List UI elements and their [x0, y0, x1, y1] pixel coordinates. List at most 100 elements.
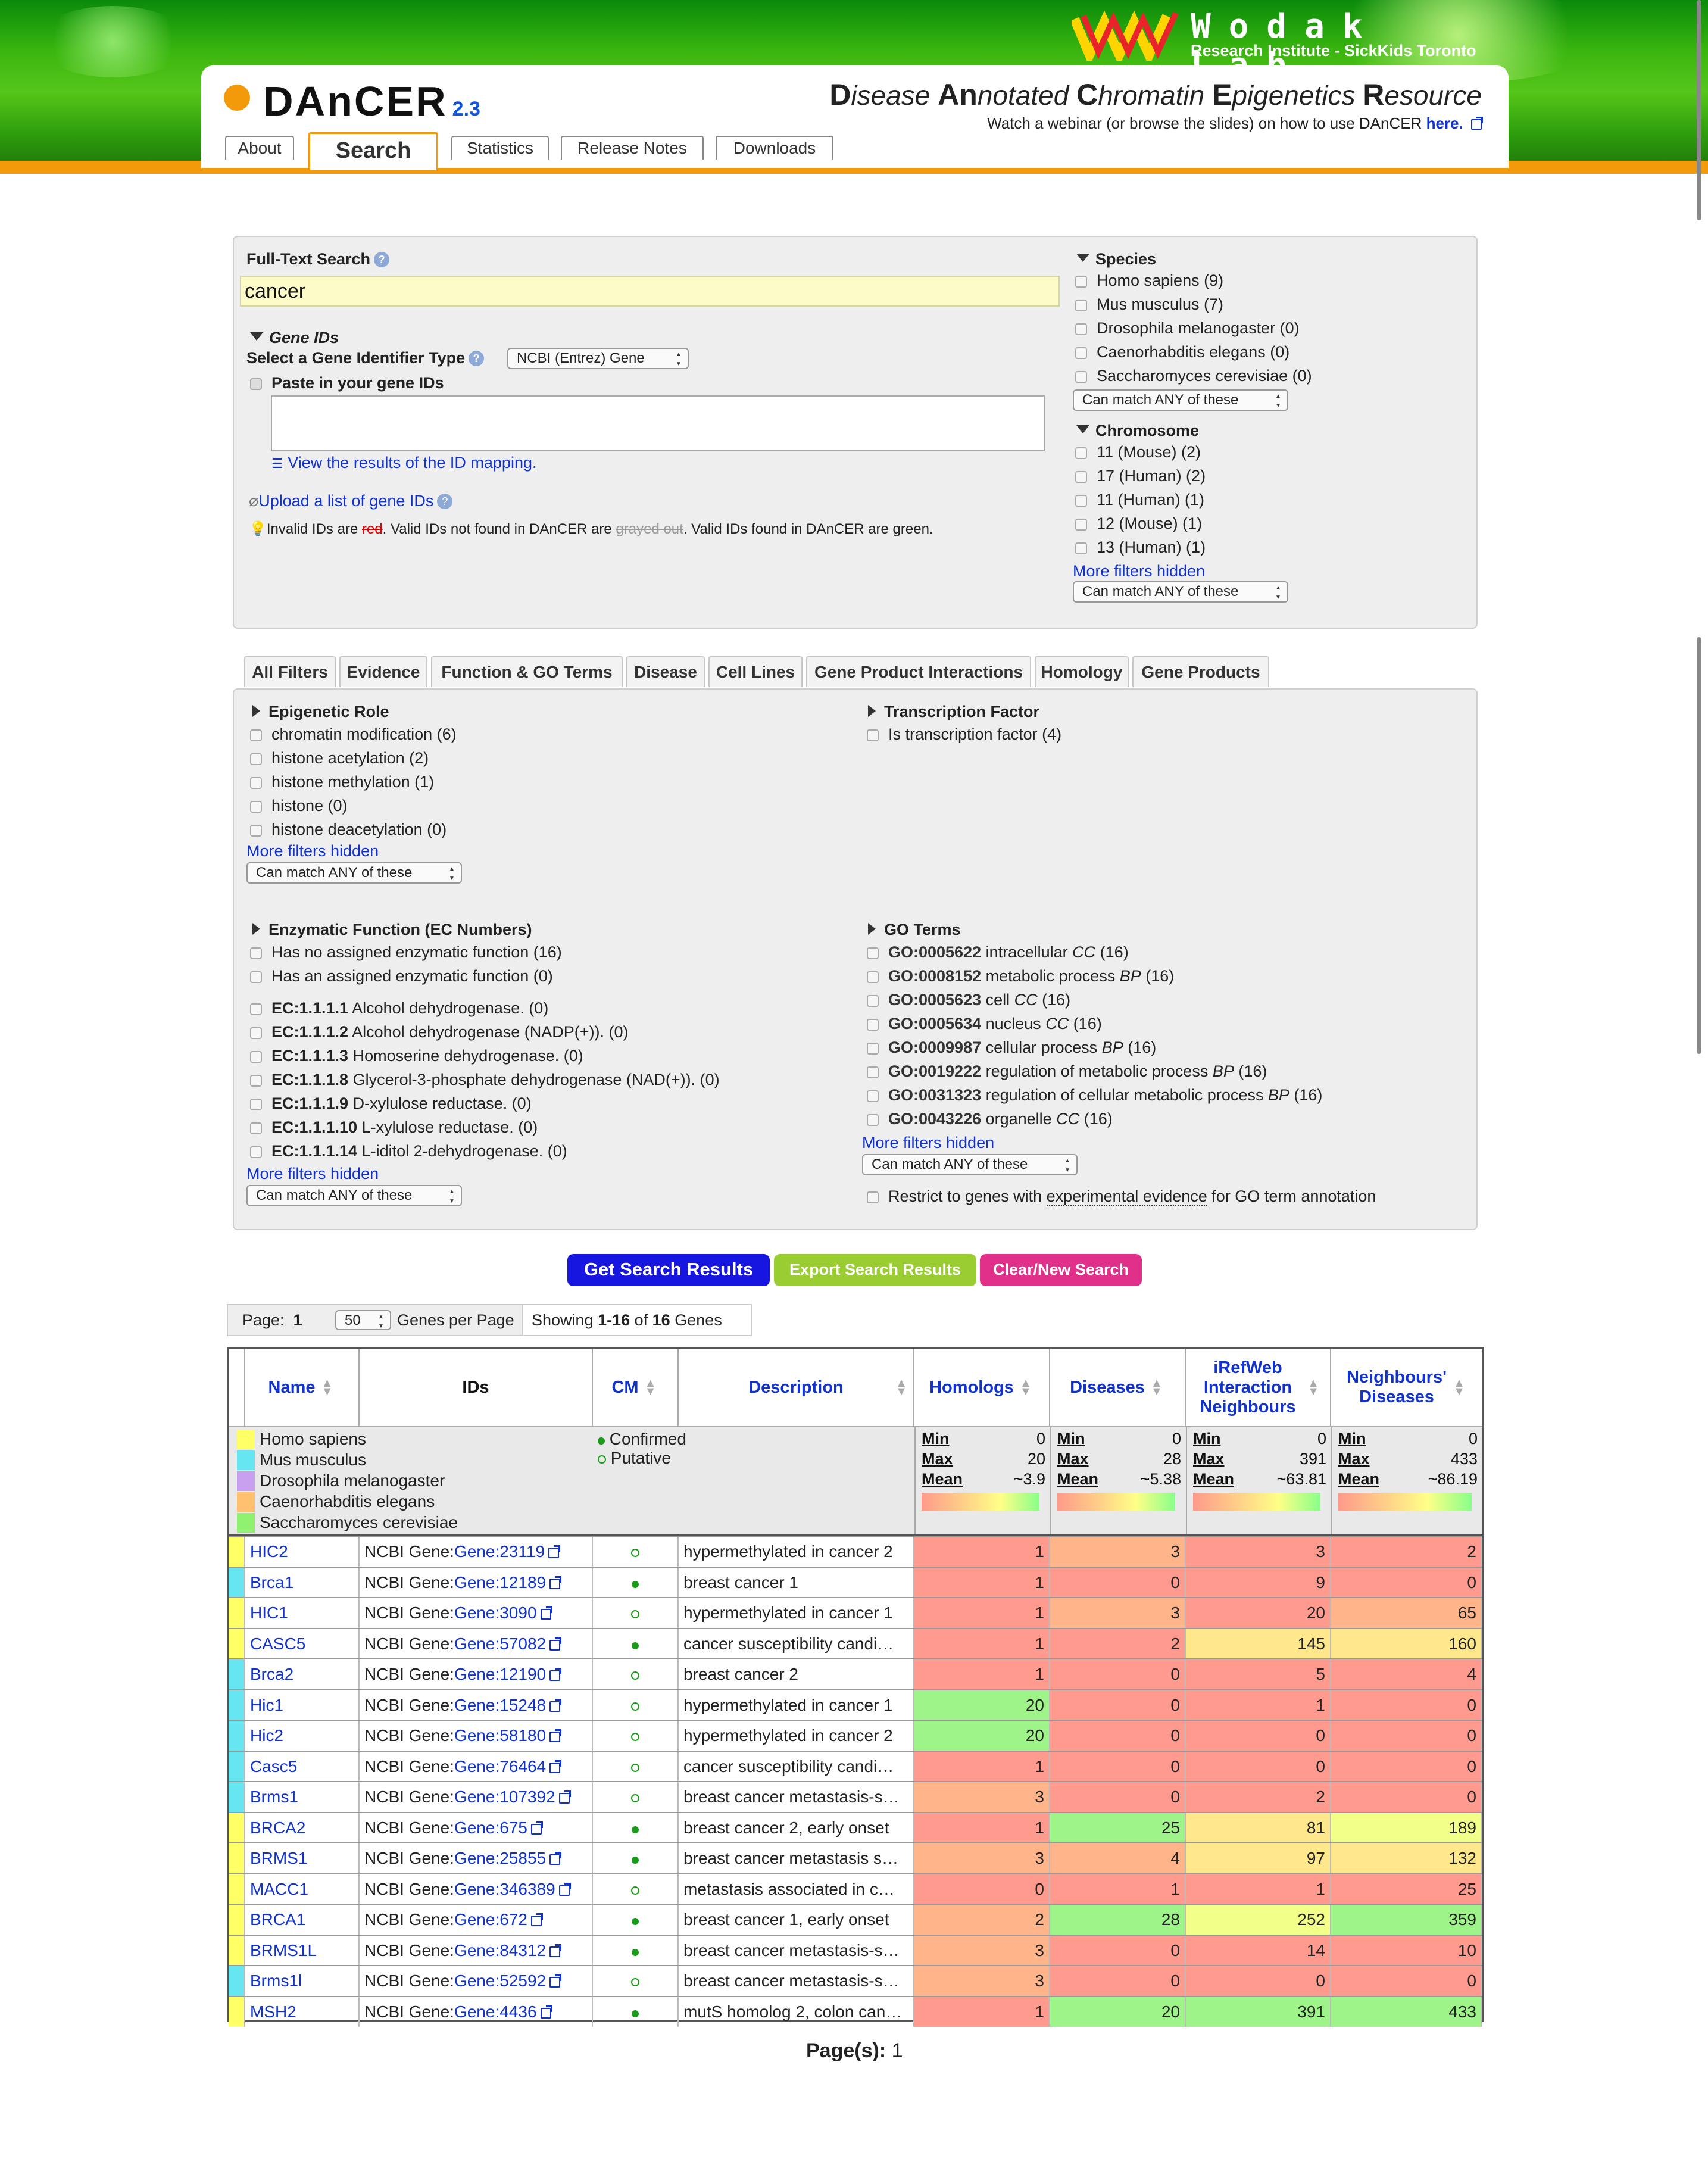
table-row[interactable]: BRMS1 NCBI Gene:Gene:25855 breast cancer m…: [229, 1842, 1482, 1873]
gene-name-link[interactable]: MSH2: [245, 1997, 360, 2027]
gene-id-link[interactable]: Gene:3090: [454, 1604, 537, 1622]
chromosome-toggle[interactable]: Chromosome: [1076, 422, 1199, 440]
gene-id-link[interactable]: Gene:107392: [454, 1788, 555, 1806]
gene-id-link[interactable]: Gene:4436: [454, 2002, 537, 2021]
checkbox[interactable]: [867, 1191, 879, 1203]
go-term-option[interactable]: GO:0005623 cell CC (16): [867, 991, 1070, 1009]
header-name[interactable]: Name ▲ ▼: [245, 1349, 360, 1426]
checkbox[interactable]: [250, 1075, 262, 1087]
chromosome-option[interactable]: 13 (Human) (1): [1075, 538, 1206, 557]
checkbox[interactable]: [250, 1051, 262, 1063]
gene-id-link[interactable]: Gene:76464: [454, 1757, 546, 1776]
table-row[interactable]: Casc5 NCBI Gene:Gene:76464 cancer suscepti…: [229, 1750, 1482, 1782]
checkbox[interactable]: [1075, 447, 1087, 459]
ec-number-option[interactable]: EC:1.1.1.1 Alcohol dehydrogenase. (0): [250, 999, 548, 1018]
go-term-option[interactable]: GO:0008152 metabolic process BP (16): [867, 967, 1174, 985]
gene-id-link[interactable]: Gene:58180: [454, 1726, 546, 1745]
gene-name-link[interactable]: HIC2: [245, 1537, 360, 1567]
tab-downloads[interactable]: Downloads: [716, 136, 833, 160]
tab-release-notes[interactable]: Release Notes: [561, 136, 704, 160]
species-option[interactable]: Caenorhabditis elegans (0): [1075, 343, 1289, 361]
gene-name-link[interactable]: MACC1: [245, 1874, 360, 1904]
gene-id-link[interactable]: Gene:12189: [454, 1573, 546, 1592]
enzymatic-option[interactable]: Has no assigned enzymatic function (16): [250, 943, 562, 962]
gene-id-link[interactable]: Gene:675: [454, 1818, 527, 1837]
chromosome-more-link[interactable]: More filters hidden: [1073, 562, 1205, 581]
species-match-select[interactable]: Can match ANY of these: [1073, 389, 1288, 411]
chromosome-option[interactable]: 11 (Human) (1): [1075, 491, 1204, 509]
chromosome-option[interactable]: 12 (Mouse) (1): [1075, 514, 1202, 533]
gene-name-link[interactable]: Hic2: [245, 1721, 360, 1751]
gene-name-link[interactable]: Brca2: [245, 1659, 360, 1689]
filter-tab-all-filters[interactable]: All Filters: [244, 656, 336, 687]
gene-id-link[interactable]: Gene:672: [454, 1910, 527, 1929]
go-term-option[interactable]: GO:0019222 regulation of metabolic proce…: [867, 1062, 1267, 1081]
gene-id-link[interactable]: Gene:23119: [454, 1542, 545, 1561]
enzymatic-option[interactable]: Has an assigned enzymatic function (0): [250, 967, 553, 985]
checkbox[interactable]: [867, 947, 879, 959]
gene-id-link[interactable]: Gene:15248: [454, 1696, 546, 1714]
restrict-experimental-option[interactable]: Restrict to genes with experimental evid…: [867, 1187, 1376, 1206]
table-row[interactable]: BRCA2 NCBI Gene:Gene:675 breast cancer 2, …: [229, 1811, 1482, 1843]
checkbox[interactable]: [250, 777, 262, 789]
checkbox[interactable]: [867, 1066, 879, 1078]
filter-tab-function-go-terms[interactable]: Function & GO Terms: [431, 656, 623, 687]
gene-name-link[interactable]: Brms1l: [245, 1966, 360, 1996]
filter-tab-homology[interactable]: Homology: [1035, 656, 1129, 687]
epigenetic-more-link[interactable]: More filters hidden: [246, 842, 379, 860]
checkbox[interactable]: [867, 1090, 879, 1102]
checkbox[interactable]: [867, 971, 879, 983]
checkbox[interactable]: [867, 1019, 879, 1031]
gene-id-link[interactable]: Gene:25855: [454, 1849, 546, 1867]
checkbox[interactable]: [1075, 347, 1087, 359]
filter-tab-gene-products[interactable]: Gene Products: [1132, 656, 1269, 687]
header-description[interactable]: Description ▲ ▼: [679, 1349, 914, 1426]
epigenetic-option[interactable]: histone deacetylation (0): [250, 821, 446, 839]
checkbox[interactable]: [250, 947, 262, 959]
epigenetic-option[interactable]: histone (0): [250, 797, 348, 815]
table-row[interactable]: BRCA1 NCBI Gene:Gene:672 breast cancer 1, …: [229, 1904, 1482, 1935]
gene-name-link[interactable]: Casc5: [245, 1751, 360, 1782]
help-icon[interactable]: ?: [469, 351, 485, 366]
checkbox[interactable]: [867, 729, 879, 741]
go-term-option[interactable]: GO:0005622 intracellular CC (16): [867, 943, 1129, 962]
per-page-select[interactable]: 50: [335, 1310, 391, 1331]
go-terms-toggle[interactable]: GO Terms: [868, 921, 961, 939]
checkbox[interactable]: [250, 1099, 262, 1110]
epigenetic-option[interactable]: histone acetylation (2): [250, 749, 429, 768]
gene-name-link[interactable]: Brca1: [245, 1567, 360, 1598]
tf-option[interactable]: Is transcription factor (4): [867, 725, 1061, 744]
table-row[interactable]: Brms1l NCBI Gene:Gene:52592 breast cancer …: [229, 1965, 1482, 1996]
get-search-results-button[interactable]: Get Search Results: [567, 1254, 770, 1286]
webinar-link[interactable]: here.: [1426, 114, 1463, 132]
header-homologs[interactable]: Homologs ▲ ▼: [914, 1349, 1050, 1426]
filter-tab-cell-lines[interactable]: Cell Lines: [708, 656, 803, 687]
epigenetic-role-toggle[interactable]: Epigenetic Role: [252, 703, 389, 721]
header-cm[interactable]: CM ▲ ▼: [593, 1349, 679, 1426]
checkbox[interactable]: [250, 971, 262, 983]
gene-id-link[interactable]: Gene:57082: [454, 1634, 546, 1653]
enzymatic-toggle[interactable]: Enzymatic Function (EC Numbers): [252, 921, 532, 939]
checkbox[interactable]: [1075, 495, 1087, 507]
checkbox[interactable]: [250, 1003, 262, 1015]
table-row[interactable]: Brms1 NCBI Gene:Gene:107392 breast cancer …: [229, 1781, 1482, 1812]
table-row[interactable]: HIC1 NCBI Gene:Gene:3090 hypermethylated i…: [229, 1597, 1482, 1628]
checkbox[interactable]: [1075, 300, 1087, 311]
table-row[interactable]: BRMS1L NCBI Gene:Gene:84312 breast cancer …: [229, 1934, 1482, 1966]
epigenetic-option[interactable]: histone methylation (1): [250, 773, 434, 791]
view-mapping-link[interactable]: ☰ View the results of the ID mapping.: [271, 454, 536, 472]
gene-name-link[interactable]: CASC5: [245, 1629, 360, 1659]
species-option[interactable]: Saccharomyces cerevisiae (0): [1075, 367, 1312, 385]
go-term-option[interactable]: GO:0031323 regulation of cellular metabo…: [867, 1086, 1322, 1105]
pages-value[interactable]: 1: [892, 2039, 903, 2062]
table-row[interactable]: Hic1 NCBI Gene:Gene:15248 hypermethylated …: [229, 1689, 1482, 1720]
epigenetic-option[interactable]: chromatin modification (6): [250, 725, 457, 744]
checkbox[interactable]: [250, 1027, 262, 1039]
checkbox[interactable]: [867, 1114, 879, 1126]
filter-tab-gene-product-interactions[interactable]: Gene Product Interactions: [806, 656, 1031, 687]
full-text-search-input[interactable]: cancer: [240, 276, 1060, 307]
checkbox[interactable]: [867, 995, 879, 1007]
help-icon[interactable]: ?: [374, 252, 390, 267]
checkbox[interactable]: [250, 729, 262, 741]
ec-number-option[interactable]: EC:1.1.1.14 L-iditol 2-dehydrogenase. (0…: [250, 1142, 567, 1161]
